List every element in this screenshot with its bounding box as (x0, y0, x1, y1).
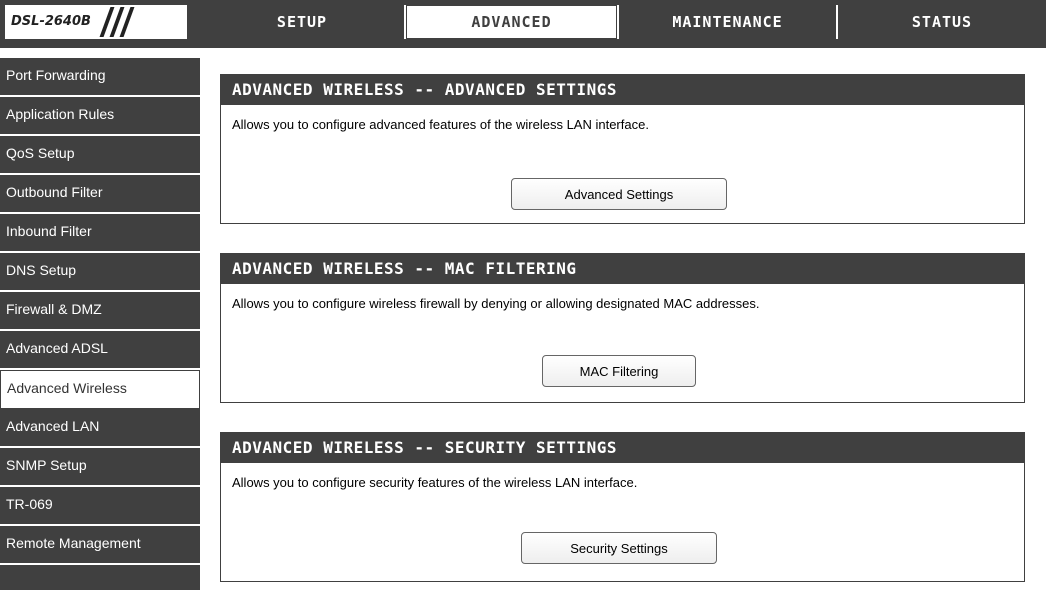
sidebar-item-port-forwarding[interactable]: Port Forwarding (0, 58, 200, 97)
panel-description: Allows you to configure advanced feature… (232, 117, 649, 132)
top-navigation-bar: DSL-2640B SETUP ADVANCED MAINTENANCE STA… (0, 0, 1046, 48)
sidebar-item-advanced-lan[interactable]: Advanced LAN (0, 409, 200, 448)
sidebar-item-dns-setup[interactable]: DNS Setup (0, 253, 200, 292)
tab-status[interactable]: STATUS (838, 5, 1046, 39)
model-name: DSL-2640B (11, 14, 91, 29)
advanced-settings-panel: ADVANCED WIRELESS -- ADVANCED SETTINGS A… (220, 74, 1025, 224)
tab-advanced[interactable]: ADVANCED (406, 5, 617, 39)
sidebar-item-qos-setup[interactable]: QoS Setup (0, 136, 200, 175)
tab-maintenance[interactable]: MAINTENANCE (619, 5, 836, 39)
panel-description: Allows you to configure security feature… (232, 475, 638, 490)
mac-filtering-panel: ADVANCED WIRELESS -- MAC FILTERING Allow… (220, 253, 1025, 403)
sidebar-item-firewall-dmz[interactable]: Firewall & DMZ (0, 292, 200, 331)
brand-logo: DSL-2640B (4, 4, 188, 40)
sidebar-item-advanced-adsl[interactable]: Advanced ADSL (0, 331, 200, 370)
sidebar-item-inbound-filter[interactable]: Inbound Filter (0, 214, 200, 253)
panel-title: ADVANCED WIRELESS -- SECURITY SETTINGS (221, 433, 1024, 463)
security-settings-button[interactable]: Security Settings (521, 532, 717, 564)
mac-filtering-button[interactable]: MAC Filtering (542, 355, 696, 387)
sidebar-item-snmp-setup[interactable]: SNMP Setup (0, 448, 200, 487)
advanced-settings-button[interactable]: Advanced Settings (511, 178, 727, 210)
panel-description: Allows you to configure wireless firewal… (232, 296, 760, 311)
panel-title: ADVANCED WIRELESS -- ADVANCED SETTINGS (221, 75, 1024, 105)
security-settings-panel: ADVANCED WIRELESS -- SECURITY SETTINGS A… (220, 432, 1025, 582)
sidebar-item-outbound-filter[interactable]: Outbound Filter (0, 175, 200, 214)
sidebar-item-remote-management[interactable]: Remote Management (0, 526, 200, 565)
sidebar: Port Forwarding Application Rules QoS Se… (0, 58, 200, 590)
sidebar-item-application-rules[interactable]: Application Rules (0, 97, 200, 136)
sidebar-item-advanced-wireless[interactable]: Advanced Wireless (0, 370, 200, 409)
panel-title: ADVANCED WIRELESS -- MAC FILTERING (221, 254, 1024, 284)
tab-setup[interactable]: SETUP (200, 5, 404, 39)
sidebar-item-tr-069[interactable]: TR-069 (0, 487, 200, 526)
